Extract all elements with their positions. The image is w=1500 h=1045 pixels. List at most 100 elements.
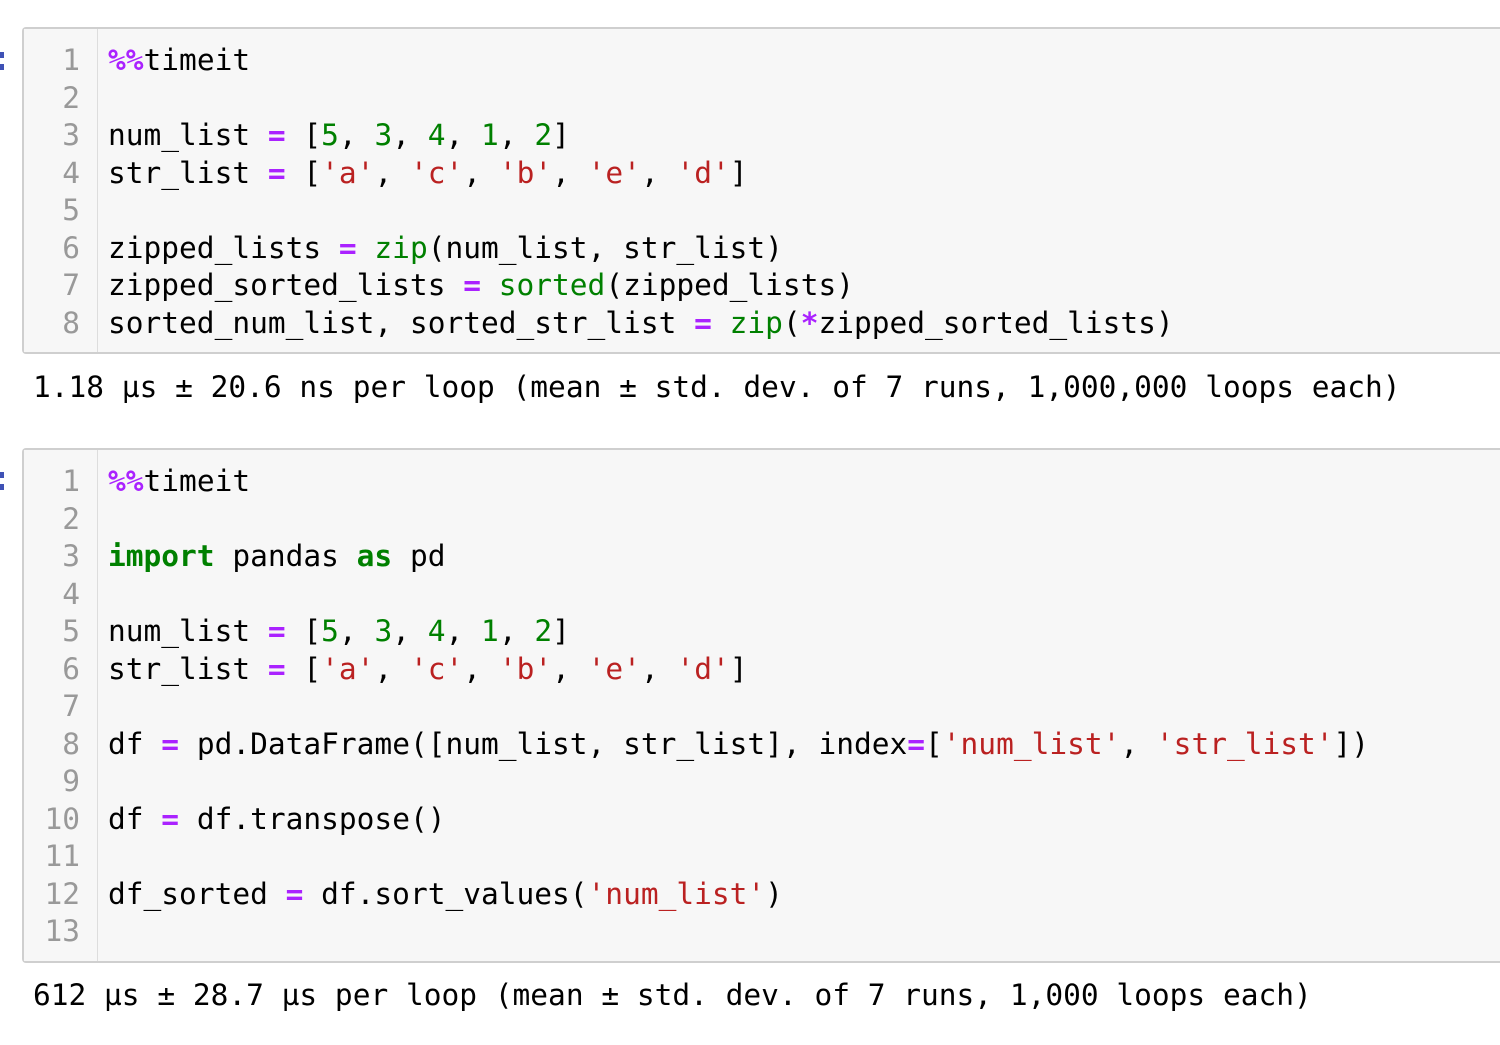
token-bi: sorted	[498, 268, 606, 302]
token-plain: [	[285, 155, 322, 190]
token-str: 'a'	[321, 155, 375, 190]
token-op: =	[907, 726, 926, 761]
line-number: 1	[62, 43, 80, 77]
token-plain: zipped_lists	[108, 230, 339, 265]
code-line[interactable]: 6 str_list = ['a', 'c', 'b', 'e', 'd']	[24, 651, 1500, 689]
token-str: 'str_list'	[1155, 726, 1334, 761]
token-op: =	[267, 651, 286, 686]
code-line[interactable]: 11	[24, 838, 1500, 876]
code-line[interactable]: 1 %%timeit	[24, 463, 1500, 501]
line-number: 1	[62, 464, 80, 498]
token-op: =	[267, 155, 286, 190]
token-plain: str_list	[108, 651, 268, 686]
code-text: sorted_num_list, sorted_str_list = zip(*…	[108, 305, 1174, 343]
code-text: %%timeit	[108, 463, 250, 501]
code-line[interactable]: 7 zipped_sorted_lists = sorted(zipped_lis…	[24, 267, 1500, 305]
token-plain: timeit	[143, 464, 251, 498]
code-text: str_list = ['a', 'c', 'b', 'e', 'd']	[108, 155, 748, 193]
code-line[interactable]: 12 df_sorted = df.sort_values('num_list')	[24, 876, 1500, 914]
token-bi: zip	[729, 305, 783, 340]
token-str: 'c'	[409, 155, 464, 190]
code-cell-2[interactable]: 1 %%timeit 2 3 import pandas as pd 4 5 num_list…	[22, 448, 1500, 963]
token-plain: (num_list, str_list)	[427, 230, 783, 265]
token-plain: ]	[729, 651, 748, 686]
token-num: 4	[427, 118, 446, 152]
line-number: 6	[62, 651, 80, 686]
code-line[interactable]: 1 %%timeit	[24, 42, 1500, 80]
code-line[interactable]: 8 df = pd.DataFrame([num_list, str_list],…	[24, 726, 1500, 764]
token-plain: df	[108, 801, 162, 836]
code-line[interactable]: 6 zipped_lists = zip(num_list, str_list)	[24, 230, 1500, 268]
code-line[interactable]: 3 num_list = [5, 3, 4, 1, 2]	[24, 117, 1500, 155]
token-plain: ,	[640, 155, 677, 190]
token-plain: ]	[729, 155, 748, 190]
code-text: df = df.transpose()	[108, 801, 445, 839]
line-number: 13	[44, 914, 80, 948]
code-line[interactable]: 9	[24, 763, 1500, 801]
token-plain: ,	[463, 155, 499, 190]
code-text: %%timeit	[108, 42, 250, 80]
code-line[interactable]: 7	[24, 688, 1500, 726]
code-line[interactable]: 10 df = df.transpose()	[24, 801, 1500, 839]
token-plain: ,	[552, 651, 588, 686]
code-line[interactable]: 3 import pandas as pd	[24, 538, 1500, 576]
token-num: 1	[481, 118, 499, 152]
line-number: 5	[62, 193, 80, 227]
code-line[interactable]: 5 num_list = [5, 3, 4, 1, 2]	[24, 613, 1500, 651]
token-op: =	[338, 230, 357, 265]
token-num: 2	[534, 118, 553, 152]
code-line[interactable]: 5	[24, 192, 1500, 230]
line-number: 10	[44, 801, 80, 836]
token-plain: ,	[392, 118, 428, 152]
code-line[interactable]: 2	[24, 501, 1500, 539]
token-plain: ,	[338, 118, 375, 152]
line-number: 4	[62, 576, 80, 611]
token-plain: str_list	[108, 155, 268, 190]
code-text: df_sorted = df.sort_values('num_list')	[108, 876, 783, 914]
token-num: 3	[374, 614, 393, 648]
line-number: 2	[62, 80, 80, 115]
token-str: 'num_list'	[587, 876, 766, 911]
code-text: zipped_lists = zip(num_list, str_list)	[108, 230, 783, 268]
token-plain: ,	[463, 651, 499, 686]
line-number: 8	[62, 726, 80, 761]
token-plain: )	[765, 876, 783, 911]
token-str: 'd'	[676, 155, 730, 190]
token-str: 'num_list'	[942, 726, 1121, 761]
token-plain: ,	[640, 651, 677, 686]
code-line[interactable]: 4 str_list = ['a', 'c', 'b', 'e', 'd']	[24, 155, 1500, 193]
token-plain: [	[285, 651, 322, 686]
token-plain: ,	[552, 155, 588, 190]
token-plain: pandas	[214, 539, 357, 573]
cell-output-2: 612 µs ± 28.7 µs per loop (mean ± std. d…	[33, 978, 1312, 1012]
token-str: 'c'	[409, 651, 464, 686]
line-number: 7	[62, 268, 80, 302]
token-op: =	[161, 726, 180, 761]
cell-output-1: 1.18 µs ± 20.6 ns per loop (mean ± std. …	[33, 370, 1401, 404]
code-line[interactable]: 8 sorted_num_list, sorted_str_list = zip(…	[24, 305, 1500, 343]
token-plain: df_sorted	[108, 876, 286, 911]
code-cell-1[interactable]: 1 %%timeit 2 3 num_list = [5, 3, 4, 1, 2] 4st…	[22, 27, 1500, 354]
line-number: 2	[62, 501, 80, 536]
token-plain: ]	[552, 118, 570, 152]
token-num: 2	[534, 614, 553, 648]
token-plain: df	[108, 726, 162, 761]
code-text: num_list = [5, 3, 4, 1, 2]	[108, 117, 570, 155]
token-plain: num_list	[108, 118, 268, 152]
token-plain: df.sort_values(	[303, 876, 588, 911]
token-plain: ,	[1120, 726, 1156, 761]
token-kw: as	[356, 539, 393, 573]
token-plain: ,	[338, 614, 375, 648]
code-editor[interactable]: 1 %%timeit 2 3 num_list = [5, 3, 4, 1, 2] 4st…	[24, 42, 1500, 342]
code-line[interactable]: 2	[24, 80, 1500, 118]
token-str: 'e'	[587, 155, 641, 190]
token-op: =	[463, 268, 481, 302]
token-op: =	[267, 614, 286, 648]
code-line[interactable]: 4	[24, 576, 1500, 614]
token-plain: (zipped_lists)	[605, 268, 854, 302]
line-number: 6	[62, 230, 80, 265]
code-editor[interactable]: 1 %%timeit 2 3 import pandas as pd 4 5 num_list…	[24, 463, 1500, 951]
code-text: num_list = [5, 3, 4, 1, 2]	[108, 613, 570, 651]
token-plain: pd.DataFrame([num_list, str_list], index	[179, 726, 908, 761]
code-line[interactable]: 13	[24, 913, 1500, 951]
